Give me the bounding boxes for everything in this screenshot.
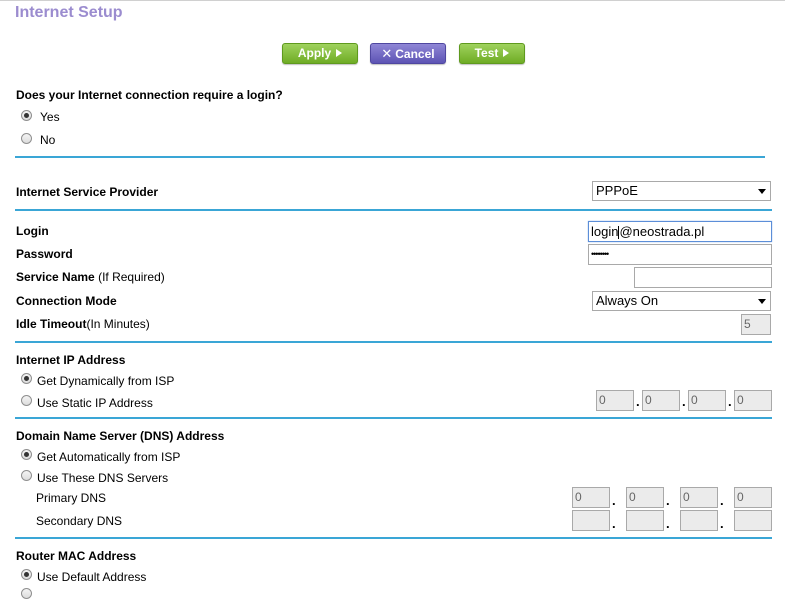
ip-dot-separator: . <box>636 394 640 409</box>
connection-mode-value: Always On <box>596 293 659 308</box>
ip-dot-separator: . <box>666 493 670 508</box>
mac-default-radio[interactable] <box>21 569 32 580</box>
ip-dot-separator: . <box>682 394 686 409</box>
login-yes-radio[interactable] <box>21 110 32 121</box>
primary-dns-octet-2[interactable]: 0 <box>626 487 664 508</box>
idle-timeout-input[interactable]: 5 <box>741 314 771 335</box>
idle-timeout-label: Idle Timeout(In Minutes) <box>16 317 150 331</box>
login-question: Does your Internet connection require a … <box>16 88 283 102</box>
section-divider <box>15 341 772 343</box>
ip-dot-separator: . <box>720 516 724 531</box>
login-no-radio[interactable] <box>21 133 32 144</box>
login-value-end: @neostrada.pl <box>619 224 705 239</box>
secondary-dns-octet-3[interactable] <box>680 510 718 531</box>
ip-static-label: Use Static IP Address <box>37 396 153 410</box>
login-no-label: No <box>40 133 56 147</box>
primary-dns-octet-3[interactable]: 0 <box>680 487 718 508</box>
dns-auto-radio[interactable] <box>21 449 32 460</box>
primary-dns-label: Primary DNS <box>36 491 107 505</box>
section-divider <box>15 209 772 211</box>
idle-timeout-hint: (In Minutes) <box>86 317 150 331</box>
password-input[interactable]: •••••••• <box>588 244 772 265</box>
test-button[interactable]: Test <box>459 43 525 64</box>
mac-default-label: Use Default Address <box>37 570 147 584</box>
secondary-dns-label: Secondary DNS <box>36 514 123 528</box>
ip-dot-separator: . <box>666 516 670 531</box>
login-field-label: Login <box>16 224 49 238</box>
static-ip-octet-3[interactable]: 0 <box>688 390 726 411</box>
secondary-dns-octet-2[interactable] <box>626 510 664 531</box>
close-icon: ✕ <box>381 46 393 61</box>
secondary-dns-octet-1[interactable] <box>572 510 610 531</box>
section-divider <box>15 537 772 539</box>
ip-dot-separator: . <box>720 493 724 508</box>
chevron-down-icon <box>758 189 766 194</box>
test-button-label: Test <box>474 46 499 60</box>
mac-option-radio[interactable] <box>21 588 32 599</box>
ip-dot-separator: . <box>728 394 732 409</box>
login-value-start: login <box>591 224 619 239</box>
dns-auto-label: Get Automatically from ISP <box>37 450 181 464</box>
ip-dynamic-label: Get Dynamically from ISP <box>37 374 175 388</box>
login-yes-label: Yes <box>40 110 60 124</box>
apply-button-label: Apply <box>297 46 332 60</box>
ip-dot-separator: . <box>612 516 616 531</box>
play-arrow-icon <box>503 48 510 57</box>
static-ip-octet-4[interactable]: 0 <box>734 390 772 411</box>
cancel-button-label: Cancel <box>395 47 435 61</box>
password-label: Password <box>16 247 73 261</box>
top-border <box>0 0 785 1</box>
connection-mode-label: Connection Mode <box>16 294 117 308</box>
static-ip-octet-1[interactable]: 0 <box>596 390 634 411</box>
primary-dns-octet-1[interactable]: 0 <box>572 487 610 508</box>
dns-manual-radio[interactable] <box>21 470 32 481</box>
apply-button[interactable]: Apply <box>282 43 358 64</box>
ip-dynamic-radio[interactable] <box>21 373 32 384</box>
connection-mode-select[interactable]: Always On <box>592 291 771 311</box>
isp-select-value: PPPoE <box>596 183 638 198</box>
primary-dns-octet-4[interactable]: 0 <box>734 487 772 508</box>
ip-address-heading: Internet IP Address <box>16 353 126 367</box>
service-name-input[interactable] <box>634 267 772 288</box>
section-divider <box>15 417 772 419</box>
isp-label: Internet Service Provider <box>16 185 159 199</box>
section-divider <box>15 156 765 158</box>
ip-static-radio[interactable] <box>21 395 32 406</box>
static-ip-octet-2[interactable]: 0 <box>642 390 680 411</box>
login-input[interactable]: login@neostrada.pl <box>588 221 772 242</box>
dns-heading: Domain Name Server (DNS) Address <box>16 429 225 443</box>
idle-timeout-text: Idle Timeout <box>16 317 87 331</box>
service-name-hint: (If Required) <box>98 270 165 284</box>
mac-heading: Router MAC Address <box>16 549 137 563</box>
chevron-down-icon <box>758 299 766 304</box>
service-name-text: Service Name <box>16 270 95 284</box>
play-arrow-icon <box>336 48 343 57</box>
service-name-label: Service Name (If Required) <box>16 270 165 284</box>
cancel-button[interactable]: ✕ Cancel <box>370 43 446 64</box>
page-title: Internet Setup <box>15 4 123 21</box>
isp-select[interactable]: PPPoE <box>592 181 771 201</box>
ip-dot-separator: . <box>612 493 616 508</box>
dns-manual-label: Use These DNS Servers <box>37 471 169 485</box>
secondary-dns-octet-4[interactable] <box>734 510 772 531</box>
